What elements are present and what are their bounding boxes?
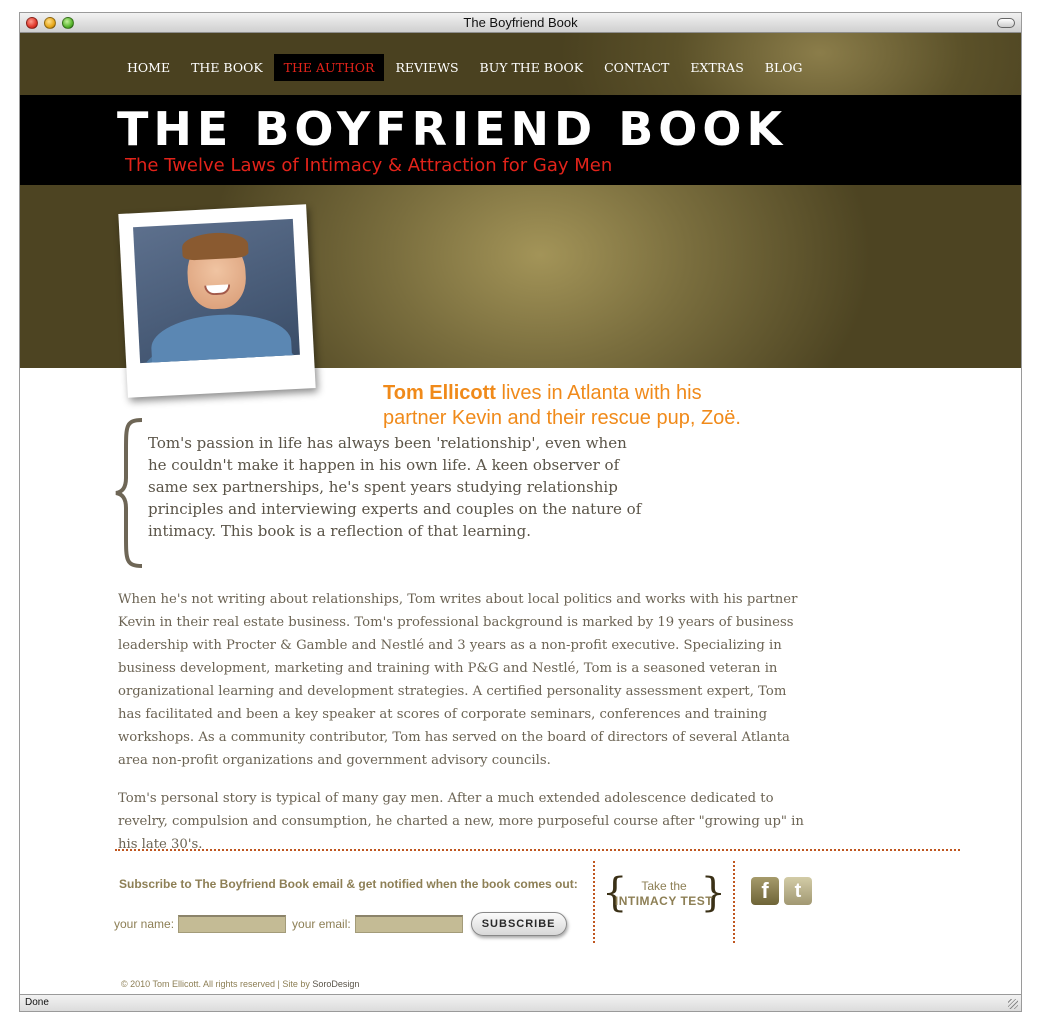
author-pull-quote: Tom's passion in life has always been 'r…: [148, 434, 642, 540]
twitter-icon[interactable]: t: [784, 877, 812, 905]
nav-the-book[interactable]: THE BOOK: [181, 54, 273, 81]
close-button[interactable]: [26, 17, 38, 29]
resize-grip-icon[interactable]: [1008, 999, 1018, 1009]
bio-paragraph-2: Tom's personal story is typical of many …: [118, 791, 804, 852]
subscribe-prompt: Subscribe to The Boyfriend Book email & …: [119, 877, 578, 891]
site-banner: THE BOYFRIEND BOOK The Twelve Laws of In…: [20, 95, 1021, 185]
intimacy-test-line2: INTIMACY TEST: [614, 894, 714, 908]
footer-divider: [115, 849, 960, 851]
copyright-text: © 2010 Tom Ellicott. All rights reserved…: [121, 979, 313, 989]
browser-window: The Boyfriend Book HOME THE BOOK THE AUT…: [19, 12, 1022, 1012]
page-content: HOME THE BOOK THE AUTHOR REVIEWS BUY THE…: [20, 33, 1021, 996]
author-intro: Tom Ellicott lives in Atlanta with his p…: [383, 381, 753, 431]
subscribe-form: your name: your email: SUBSCRIBE: [114, 912, 567, 936]
name-field[interactable]: [178, 915, 287, 933]
nav-blog[interactable]: BLOG: [755, 54, 813, 81]
toolbar-toggle-button[interactable]: [997, 18, 1015, 28]
status-bar: Done: [20, 994, 1021, 1011]
email-field[interactable]: [354, 915, 463, 933]
minimize-button[interactable]: [44, 17, 56, 29]
zoom-button[interactable]: [62, 17, 74, 29]
main-nav: HOME THE BOOK THE AUTHOR REVIEWS BUY THE…: [117, 54, 814, 81]
nav-reviews[interactable]: REVIEWS: [385, 54, 468, 81]
nav-buy-the-book[interactable]: BUY THE BOOK: [470, 54, 594, 81]
nav-extras[interactable]: EXTRAS: [680, 54, 753, 81]
facebook-icon[interactable]: f: [751, 877, 779, 905]
bio-paragraph-1: When he's not writing about relationship…: [118, 592, 798, 768]
author-name: Tom Ellicott: [383, 382, 496, 404]
nav-home[interactable]: HOME: [117, 54, 180, 81]
intimacy-test-link[interactable]: { } Take the INTIMACY TEST: [602, 871, 726, 921]
brace-right-icon: }: [700, 870, 726, 916]
email-label: your email:: [292, 917, 351, 931]
quote-brace-icon: [115, 418, 143, 568]
footer-separator: [733, 861, 735, 943]
title-bar: The Boyfriend Book: [20, 13, 1021, 33]
author-photo: [133, 218, 300, 364]
window-title: The Boyfriend Book: [463, 15, 578, 30]
nav-band: HOME THE BOOK THE AUTHOR REVIEWS BUY THE…: [20, 33, 1021, 95]
site-logo[interactable]: THE BOYFRIEND BOOK: [117, 103, 787, 155]
site-tagline: The Twelve Laws of Intimacy & Attraction…: [125, 155, 613, 176]
designer-credit-link[interactable]: SoroDesign: [312, 979, 359, 989]
brace-left-icon: {: [602, 870, 628, 916]
copyright-footer: © 2010 Tom Ellicott. All rights reserved…: [121, 979, 359, 989]
nav-the-author[interactable]: THE AUTHOR: [273, 54, 385, 81]
intimacy-test-line1: Take the: [641, 879, 687, 893]
footer-separator: [593, 861, 595, 943]
window-controls: [26, 17, 74, 29]
nav-contact[interactable]: CONTACT: [594, 54, 679, 81]
social-links: f t: [751, 877, 812, 905]
subscribe-button[interactable]: SUBSCRIBE: [470, 912, 567, 936]
status-text: Done: [25, 997, 49, 1008]
name-label: your name:: [114, 917, 175, 931]
author-photo-frame: [118, 204, 316, 398]
